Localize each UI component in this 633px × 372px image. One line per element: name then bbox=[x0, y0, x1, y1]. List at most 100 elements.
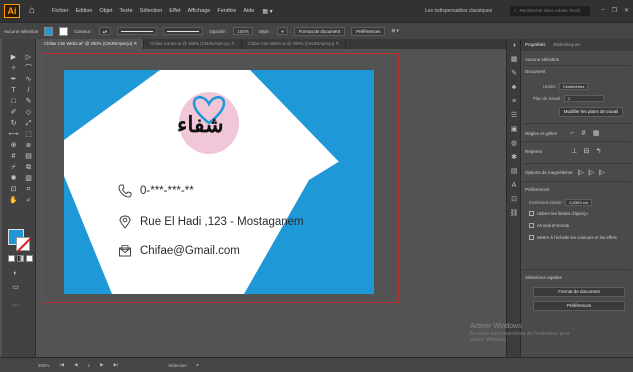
minimize-icon[interactable]: – bbox=[601, 7, 604, 14]
guides-lock-icon[interactable]: ⊟ bbox=[584, 148, 590, 155]
curvature-tool-icon[interactable]: ∿ bbox=[23, 75, 34, 84]
document-setup-panel-button[interactable]: Format de document bbox=[533, 287, 625, 297]
keyboard-increment-field[interactable]: 0,0353 cm bbox=[565, 199, 593, 206]
menu-window[interactable]: Fenêtre bbox=[217, 8, 236, 14]
menu-help[interactable]: Aide bbox=[243, 8, 254, 14]
smart-guides-icon[interactable]: ↰ bbox=[596, 148, 602, 155]
bottom-left-blue-shape[interactable] bbox=[64, 176, 112, 294]
arrange-icon[interactable]: ⊞ ▾ bbox=[391, 28, 398, 34]
eyedropper-tool-icon[interactable]: ⌿ bbox=[8, 163, 19, 172]
width-tool-icon[interactable]: ⟷ bbox=[8, 130, 19, 139]
top-left-blue-triangle[interactable] bbox=[64, 70, 160, 140]
zoom-tool-icon[interactable]: ⌕ bbox=[23, 196, 34, 205]
workspace-switcher[interactable]: Les indispensables classiques bbox=[425, 8, 492, 14]
style-dropdown[interactable]: ▾ bbox=[277, 27, 288, 35]
home-icon[interactable]: ⌂ bbox=[26, 5, 38, 17]
color-panel-icon[interactable]: ◑ bbox=[507, 39, 521, 53]
color-mode-icon[interactable] bbox=[8, 255, 15, 262]
selection-tool-icon[interactable]: ▶ bbox=[8, 53, 19, 62]
type-tool-icon[interactable]: T bbox=[8, 86, 19, 95]
shaper-tool-icon[interactable]: ✐ bbox=[8, 108, 19, 117]
menu-view[interactable]: Affichage bbox=[188, 8, 211, 14]
swatches-panel-icon[interactable]: ▦ bbox=[507, 53, 521, 67]
tab-properties[interactable]: Propriétés bbox=[525, 42, 546, 48]
artboard-number[interactable]: 1 bbox=[88, 363, 91, 368]
arrange-documents-icon[interactable]: ▦ ▾ bbox=[262, 8, 272, 15]
graphic-styles-panel-icon[interactable]: ▤ bbox=[507, 165, 521, 179]
brushes-panel-icon[interactable]: ✎ bbox=[507, 67, 521, 81]
symbols-panel-icon[interactable]: ♣ bbox=[507, 81, 521, 95]
eraser-tool-icon[interactable]: ◇ bbox=[23, 108, 34, 117]
grid-icon[interactable]: # bbox=[582, 130, 586, 137]
slice-tool-icon[interactable]: ⌗ bbox=[23, 185, 34, 194]
shape-builder-tool-icon[interactable]: ⊕ bbox=[8, 141, 19, 150]
business-card-artboard[interactable]: شفاء 0-***-***-** Rue El Hadi ,123 - Mos… bbox=[64, 70, 374, 294]
round-corners-checkbox[interactable]: Arrondi d'Arrondi bbox=[529, 223, 569, 228]
symbol-sprayer-tool-icon[interactable]: ✺ bbox=[8, 174, 19, 183]
checkbox-box[interactable] bbox=[529, 223, 534, 228]
snap-pixel-icon[interactable]: |▷ bbox=[599, 170, 605, 176]
menu-object[interactable]: Objet bbox=[99, 8, 112, 14]
scale-strokes-checkbox[interactable]: Mettre à l'échelle les contours et les e… bbox=[529, 235, 617, 240]
units-dropdown[interactable]: Centimètres bbox=[558, 83, 589, 90]
scale-tool-icon[interactable]: ⤢ bbox=[23, 119, 34, 128]
column-graph-tool-icon[interactable]: ▥ bbox=[23, 174, 34, 183]
paintbrush-tool-icon[interactable]: ✎ bbox=[23, 97, 34, 106]
opacity-field[interactable]: 100% bbox=[233, 27, 253, 35]
menu-select[interactable]: Sélection bbox=[140, 8, 163, 14]
snap-point-icon[interactable]: |▷ bbox=[578, 170, 584, 176]
screen-mode-icon[interactable]: ▭ bbox=[10, 283, 21, 292]
maximize-icon[interactable]: ❐ bbox=[612, 7, 617, 14]
none-mode-icon[interactable] bbox=[26, 255, 33, 262]
document-setup-button[interactable]: Format de document bbox=[293, 26, 346, 36]
artboard-nav-prev-icon[interactable]: ◀ bbox=[74, 362, 77, 368]
checkbox-box[interactable] bbox=[529, 211, 534, 216]
stroke-profile-dropdown[interactable] bbox=[117, 27, 158, 35]
edit-artboards-button[interactable]: Modifier les plans de travail bbox=[559, 107, 623, 117]
transparency-panel-icon[interactable]: ◍ bbox=[507, 137, 521, 151]
snap-grid-icon[interactable]: |▷ bbox=[588, 170, 594, 176]
links-panel-icon[interactable]: ⛓ bbox=[507, 207, 521, 221]
gradient-mode-icon[interactable] bbox=[17, 255, 24, 262]
lasso-tool-icon[interactable]: ⌒ bbox=[23, 64, 34, 73]
gradient-tool-icon[interactable]: ▤ bbox=[23, 152, 34, 161]
pen-tool-icon[interactable]: ✒ bbox=[8, 75, 19, 84]
preview-bounds-checkbox[interactable]: Utiliser les limites d'aperçu bbox=[529, 211, 588, 216]
ruler-icon[interactable]: ⌐ bbox=[570, 130, 574, 137]
brush-dropdown[interactable] bbox=[163, 27, 204, 35]
artboards-panel-icon[interactable]: ⊡ bbox=[507, 193, 521, 207]
menu-edit[interactable]: Edition bbox=[76, 8, 93, 14]
close-icon[interactable]: ✕ bbox=[624, 7, 629, 14]
character-panel-icon[interactable]: A bbox=[507, 179, 521, 193]
layers-panel-icon[interactable]: ≡ bbox=[507, 95, 521, 109]
tab-chifae-carte2[interactable]: Chifae Carte2.ai @ 150% (CMJN/Aperçu) ✕ bbox=[144, 39, 242, 49]
perspective-grid-tool-icon[interactable]: ⧈ bbox=[23, 141, 34, 150]
gradient-panel-icon[interactable]: ▣ bbox=[507, 123, 521, 137]
mesh-tool-icon[interactable]: # bbox=[8, 152, 19, 161]
fill-color-swatch[interactable] bbox=[44, 26, 54, 36]
direct-selection-tool-icon[interactable]: ▷ bbox=[23, 53, 34, 62]
stroke-color-swatch[interactable] bbox=[59, 26, 69, 36]
edit-toolbar-icon[interactable]: ··· bbox=[10, 301, 21, 310]
stroke-swatch[interactable] bbox=[16, 237, 30, 251]
preferences-button[interactable]: Préférences bbox=[351, 26, 386, 36]
free-transform-tool-icon[interactable]: ⬚ bbox=[23, 130, 34, 139]
artboard-nav-first-icon[interactable]: |◀ bbox=[60, 362, 65, 368]
preferences-panel-button[interactable]: Préférences bbox=[533, 301, 625, 311]
artboard-nav-next-icon[interactable]: ▶ bbox=[100, 362, 103, 368]
stroke-panel-icon[interactable]: ☰ bbox=[507, 109, 521, 123]
line-tool-icon[interactable]: / bbox=[23, 86, 34, 95]
artboard-nav-last-icon[interactable]: ▶| bbox=[114, 362, 119, 368]
stroke-weight-dropdown[interactable]: ▴▾ bbox=[98, 27, 112, 35]
tab-libraries[interactable]: Bibliothèques bbox=[554, 42, 581, 48]
tab-chifae-cite-web2[interactable]: Chifae Cite Web2.ai* @ 200% (CMJN/Aperçu… bbox=[38, 39, 145, 49]
stock-search[interactable]: ⌕ Rechercher dans Adobe Stock bbox=[510, 6, 590, 16]
appearance-panel-icon[interactable]: ✱ bbox=[507, 151, 521, 165]
artboard-tool-icon[interactable]: ⊡ bbox=[8, 185, 19, 194]
menu-type[interactable]: Texte bbox=[120, 8, 133, 14]
artboard-dropdown[interactable]: 1 bbox=[563, 95, 604, 102]
hand-tool-icon[interactable]: ✋ bbox=[8, 196, 19, 205]
rectangle-tool-icon[interactable]: □ bbox=[8, 97, 19, 106]
zoom-level[interactable]: 200% bbox=[38, 363, 50, 368]
menu-file[interactable]: Fichier bbox=[52, 8, 69, 14]
